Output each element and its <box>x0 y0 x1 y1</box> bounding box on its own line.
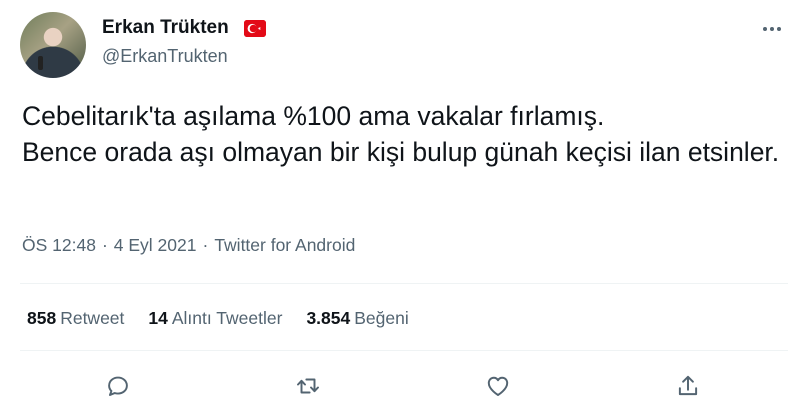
stat-number: 14 <box>148 308 168 328</box>
stat-label: Retweet <box>60 308 125 328</box>
tweet-text: Cebelitarık'ta aşılama %100 ama vakalar … <box>22 101 780 167</box>
retweet-count[interactable]: 858 Retweet <box>27 308 124 329</box>
stat-label: Beğeni <box>354 308 409 328</box>
share-icon <box>678 375 698 396</box>
tweet-stats: 858 Retweet 14 Alıntı Tweetler 3.854 Beğeni <box>27 308 433 329</box>
retweet-button[interactable] <box>289 367 327 405</box>
retweet-icon <box>297 378 319 394</box>
stat-number: 858 <box>27 308 57 328</box>
like-icon <box>487 376 509 396</box>
tweet-time[interactable]: ÖS 12:48 <box>22 235 96 256</box>
stat-label: Alıntı Tweetler <box>171 308 283 328</box>
share-button[interactable] <box>669 367 707 405</box>
tweet-meta: ÖS 12:48 · 4 Eyl 2021 · Twitter for Android <box>22 235 355 256</box>
reply-button[interactable] <box>99 367 137 405</box>
divider <box>20 350 788 351</box>
author-display-name[interactable]: Erkan Trükten <box>102 17 229 39</box>
meta-separator: · <box>202 235 209 255</box>
author-handle[interactable]: @ErkanTrukten <box>102 46 228 67</box>
reply-icon <box>108 376 128 396</box>
turkey-flag-icon <box>244 20 266 37</box>
quote-tweet-count[interactable]: 14 Alıntı Tweetler <box>148 308 282 329</box>
meta-separator: · <box>101 235 108 255</box>
avatar[interactable] <box>20 12 86 78</box>
tweet-date[interactable]: 4 Eyl 2021 <box>114 235 197 256</box>
more-options-icon[interactable] <box>755 17 789 41</box>
stat-number: 3.854 <box>306 308 351 328</box>
like-count[interactable]: 3.854 Beğeni <box>306 308 408 329</box>
divider <box>20 283 788 284</box>
like-button[interactable] <box>479 367 517 405</box>
tweet-card: Erkan Trükten @ErkanTrukten Cebelitarık'… <box>0 0 808 417</box>
tweet-source[interactable]: Twitter for Android <box>214 235 355 256</box>
